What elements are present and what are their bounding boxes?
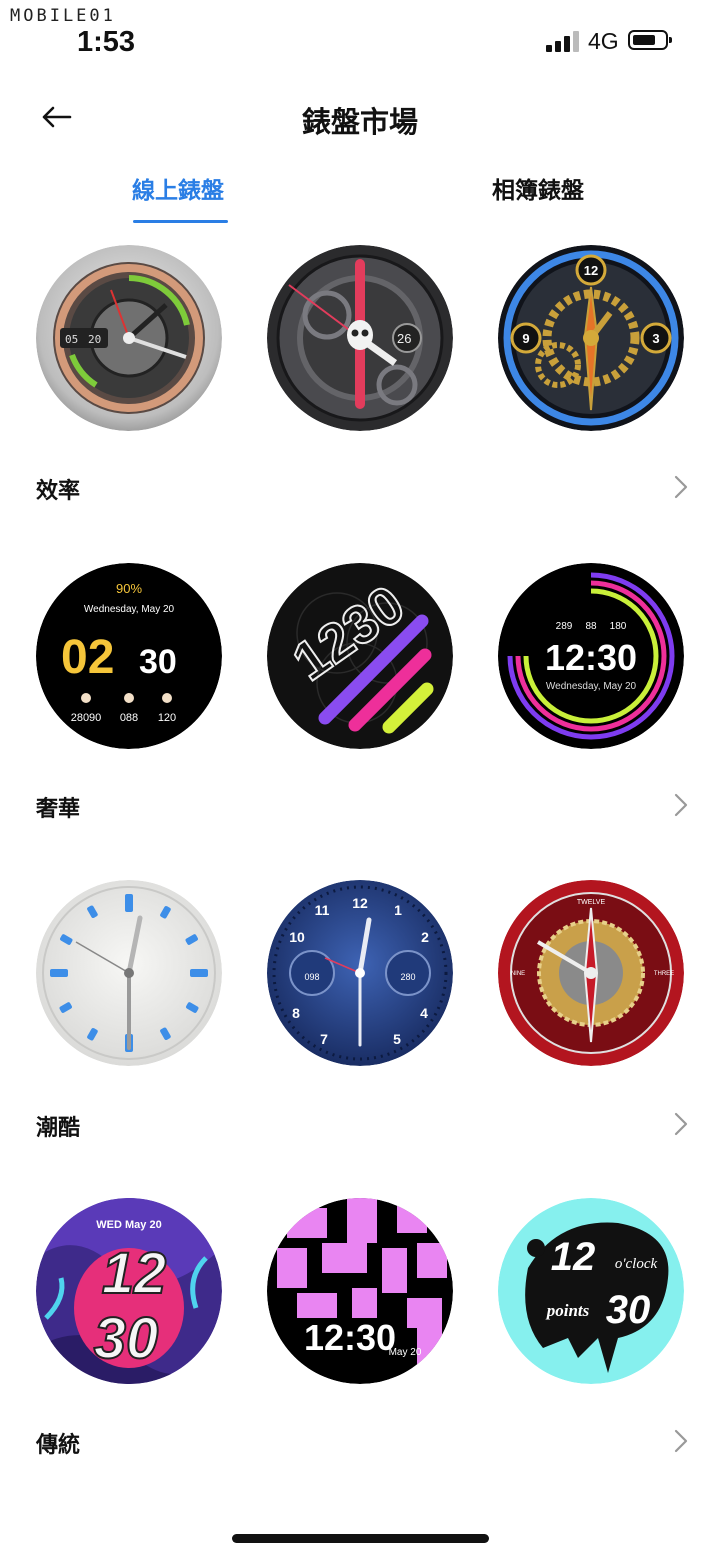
metric-count-2: 88 <box>585 621 597 632</box>
category-label: 奢華 <box>36 796 81 821</box>
time-text: 12:30 <box>304 1317 396 1358</box>
right-dial-value: 280 <box>400 972 415 982</box>
page-title: 錶盤市場 <box>301 107 418 139</box>
hour-text: 02 <box>61 631 114 684</box>
heart-value: 088 <box>120 712 138 724</box>
calories-value: 120 <box>158 712 176 724</box>
steps-value: 28090 <box>71 712 102 724</box>
network-type: 4G <box>588 28 619 54</box>
date-text: WED May 20 <box>96 1219 161 1231</box>
battery-icon <box>628 30 672 50</box>
points-text: points <box>545 1301 590 1320</box>
chevron-right-icon <box>674 1429 688 1453</box>
numeral-11: 11 <box>315 902 330 918</box>
date-text: May 20 <box>389 1347 422 1358</box>
date-text: Wednesday, May 20 <box>546 681 637 692</box>
numeral-10: 10 <box>289 929 305 945</box>
numeral-12: 12 <box>352 895 368 911</box>
battery-level: 90% <box>116 581 142 596</box>
numeral-7: 7 <box>320 1031 328 1047</box>
watermark: MOBILE01 <box>10 6 116 26</box>
watch-face-golden-gears[interactable]: 12 3 9 <box>498 245 684 431</box>
watch-face-silver-mechanical[interactable]: 05 20 <box>36 245 222 431</box>
day-number: 26 <box>397 331 411 346</box>
minute-text: 30 <box>94 1306 159 1371</box>
date-text: Wednesday, May 20 <box>84 604 175 615</box>
category-traditional[interactable]: 傳統 <box>36 1421 688 1461</box>
watch-face-pixel[interactable]: 12:30 May 20 <box>267 1198 453 1384</box>
numeral-4: 4 <box>420 1005 428 1021</box>
numeral-12: 12 <box>584 263 598 278</box>
metric-count-3: 180 <box>610 621 627 632</box>
watch-face-graffiti[interactable]: WED May 20 12 30 <box>36 1198 222 1384</box>
category-label: 傳統 <box>36 1432 81 1457</box>
category-trendy[interactable]: 潮酷 <box>36 1104 688 1144</box>
watch-face-colorful-bars[interactable]: 1230 <box>267 563 453 749</box>
category-efficiency[interactable]: 效率 <box>36 467 688 507</box>
category-label: 效率 <box>36 478 81 503</box>
watch-face-skull-mechanical[interactable]: 26 <box>267 245 453 431</box>
tab-album-faces[interactable]: 相簿錶盤 <box>492 171 584 205</box>
watch-face-blue-chronograph[interactable]: 12 1 2 4 5 7 8 10 11 098 280 <box>267 880 453 1066</box>
chevron-right-icon <box>674 475 688 499</box>
home-indicator[interactable] <box>232 1534 489 1543</box>
status-time: 1:53 <box>77 26 136 58</box>
numeral-8: 8 <box>292 1005 300 1021</box>
watch-face-ring-digital[interactable]: 289 88 180 12:30 Wednesday, May 20 <box>498 563 684 749</box>
hour-text: 12 <box>551 1235 596 1279</box>
brand-top: TWELVE <box>577 899 606 906</box>
left-dial-value: 098 <box>304 972 319 982</box>
metric-count-1: 289 <box>556 621 573 632</box>
category-label: 潮酷 <box>36 1115 81 1140</box>
watch-face-white-analog[interactable] <box>36 880 222 1066</box>
active-tab-indicator <box>133 220 228 223</box>
minute-text: 30 <box>606 1288 651 1332</box>
category-luxury[interactable]: 奢華 <box>36 785 688 825</box>
chevron-right-icon <box>674 1112 688 1136</box>
watch-face-ice-cream[interactable]: 12 o'clock points 30 <box>498 1198 684 1384</box>
numeral-3: 3 <box>652 331 659 346</box>
status-bar: MOBILE01 1:53 4G <box>0 0 720 70</box>
brand-left: NINE <box>511 971 525 977</box>
watch-face-red-skeleton[interactable]: TWELVE NINE THREE <box>498 880 684 1066</box>
numeral-9: 9 <box>522 331 529 346</box>
tab-online-faces[interactable]: 線上錶盤 <box>132 171 224 205</box>
signal-icon <box>546 30 580 52</box>
watch-face-digital-stats[interactable]: 90% Wednesday, May 20 02 30 28090 088 12… <box>36 563 222 749</box>
date-a: 05 <box>65 333 78 346</box>
time-text: 12:30 <box>545 637 637 678</box>
brand-right: THREE <box>654 971 674 977</box>
minute-text: 30 <box>139 643 177 681</box>
oclock-text: o'clock <box>615 1256 658 1272</box>
numeral-5: 5 <box>393 1031 401 1047</box>
date-b: 20 <box>88 333 101 346</box>
chevron-right-icon <box>674 793 688 817</box>
hour-text: 12 <box>102 1241 167 1306</box>
numeral-2: 2 <box>421 929 429 945</box>
numeral-1: 1 <box>394 902 402 918</box>
